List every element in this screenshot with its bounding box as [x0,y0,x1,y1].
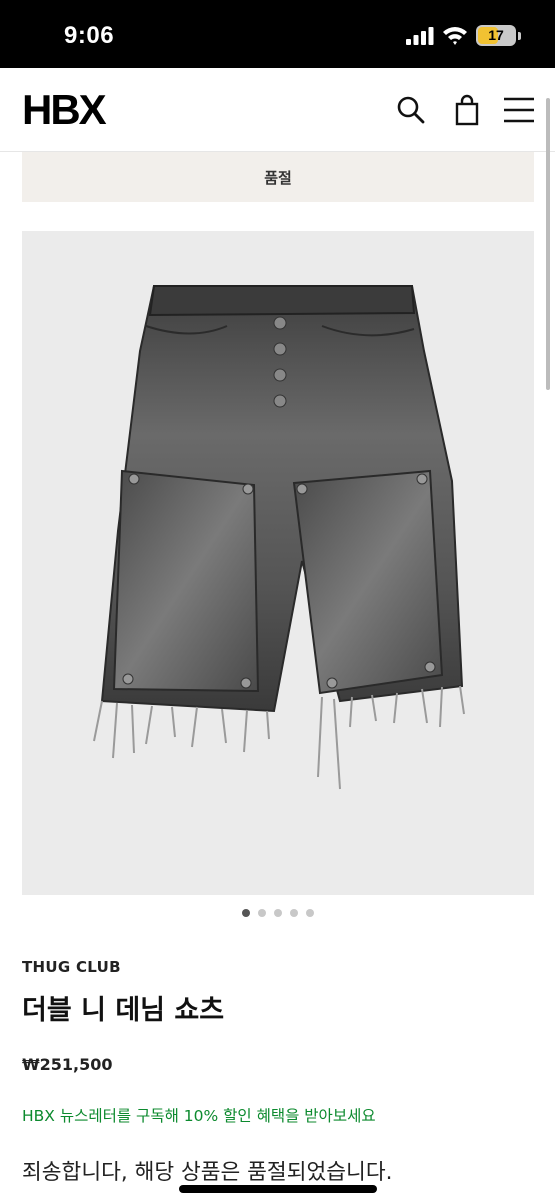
battery-cap [518,32,521,40]
shopping-bag-icon[interactable] [452,94,482,126]
sold-out-label: 품절 [264,168,292,187]
status-time: 9:06 [64,22,115,49]
product-price: ₩251,500 [22,1055,113,1074]
carousel-dot[interactable] [289,909,298,917]
image-carousel-dots [0,909,555,917]
carousel-dot[interactable] [241,909,250,917]
wifi-icon [443,27,467,45]
denim-shorts-illustration [93,285,465,790]
sold-out-banner: 품절 [22,152,534,202]
top-navigation: HBX [0,68,555,152]
home-indicator [179,1185,377,1193]
sold-out-message: 죄송합니다, 해당 상품은 품절되었습니다. [22,1160,393,1185]
battery-percent: 17 [488,27,504,43]
page-scrollbar[interactable] [546,98,550,390]
product-image[interactable] [22,231,534,895]
carousel-dot[interactable] [273,909,282,917]
newsletter-promo-link[interactable]: HBX 뉴스레터를 구독해 10% 할인 혜택을 받아보세요 [22,1104,376,1126]
hbx-logo[interactable]: HBX [22,86,107,134]
signal-icon [406,27,434,45]
status-bar: 9:06 17 [0,0,555,68]
hamburger-menu-icon[interactable] [504,94,534,126]
carousel-dot[interactable] [257,909,266,917]
product-name: 더블 니 데님 쇼츠 [22,995,225,1026]
battery-icon: 17 [476,25,516,46]
product-brand[interactable]: THUG CLUB [22,958,121,976]
search-icon[interactable] [396,94,426,126]
carousel-dot[interactable] [305,909,314,917]
